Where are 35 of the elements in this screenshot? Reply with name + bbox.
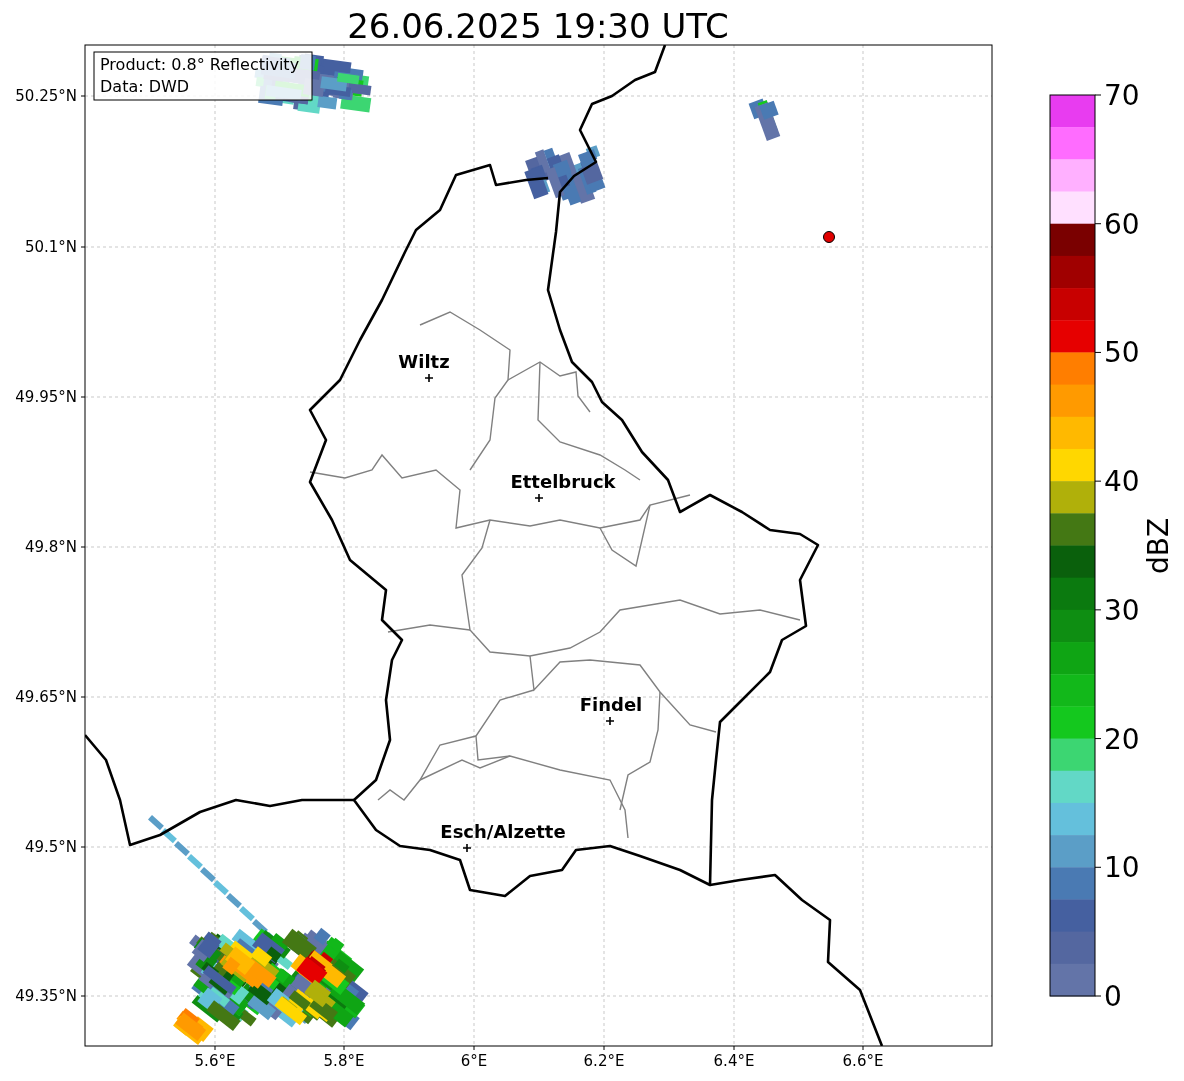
latitude-label: 49.95°N [15, 388, 77, 406]
longitude-label: 6.6°E [842, 1052, 884, 1070]
longitude-label: 5.6°E [194, 1052, 236, 1070]
colorbar-tick-label: 10 [1104, 851, 1140, 885]
city-marker-icon [424, 373, 434, 383]
city-label: Findel [579, 694, 643, 715]
city-marker-icon [462, 843, 472, 853]
latitude-label: 50.25°N [15, 87, 77, 105]
city-marker-icon [605, 716, 615, 726]
colorbar-tick-label: 50 [1104, 336, 1140, 370]
info-text: Data: DWD [100, 77, 190, 96]
chart-title: 26.06.2025 19:30 UTC [347, 6, 729, 46]
city-label: Ettelbruck [510, 471, 616, 492]
colorbar-tick-label: 70 [1104, 79, 1140, 112]
latitude-label: 49.65°N [15, 688, 77, 706]
latitude-label: 49.5°N [24, 838, 77, 856]
city-marker-icon [534, 493, 544, 503]
colorbar-title: dBZ [1142, 517, 1175, 575]
radar-echo [748, 98, 781, 141]
city-label: Wiltz [398, 351, 450, 372]
longitude-label: 6.2°E [583, 1052, 625, 1070]
latitude-label: 49.8°N [24, 538, 77, 556]
city-label: Esch/Alzette [440, 821, 566, 842]
latitude-label: 49.35°N [15, 987, 77, 1005]
latitude-label: 50.1°N [24, 238, 77, 256]
longitude-label: 6°E [460, 1052, 488, 1070]
longitude-label: 5.8°E [323, 1052, 365, 1070]
info-text: Product: 0.8° Reflectivity [100, 55, 300, 74]
colorbar-tick-label: 0 [1104, 980, 1122, 1013]
colorbar-tick-label: 30 [1104, 593, 1140, 627]
longitude-label: 6.4°E [713, 1052, 755, 1070]
colorbar-tick-label: 60 [1104, 207, 1140, 241]
colorbar-tick-label: 40 [1104, 465, 1140, 499]
colorbar-tick-label: 20 [1104, 722, 1140, 756]
location-marker [823, 231, 835, 243]
